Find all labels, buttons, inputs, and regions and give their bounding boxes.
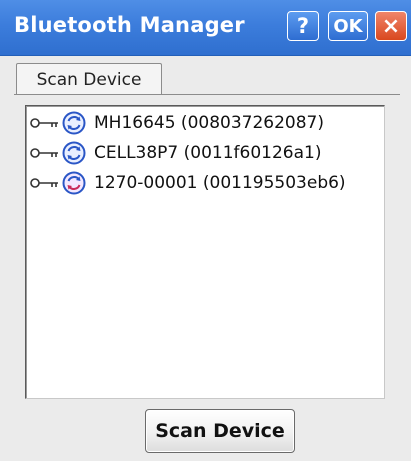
- title-bar: Bluetooth Manager ? OK ×: [0, 0, 411, 56]
- device-list-item[interactable]: 1270-00001 (001195503eb6): [30, 169, 346, 197]
- key-icon: [30, 118, 58, 128]
- device-label: CELL38P7 (0011f60126a1): [94, 143, 322, 163]
- bluetooth-manager-window: Bluetooth Manager ? OK × Scan Device MH1…: [0, 0, 411, 461]
- device-list[interactable]: MH16645 (008037262087) CELL38P7 (0011f60…: [25, 105, 385, 399]
- close-button[interactable]: ×: [375, 11, 407, 41]
- tab-scan-device[interactable]: Scan Device: [16, 63, 162, 95]
- bluetooth-sync-icon: [62, 111, 86, 135]
- ok-button[interactable]: OK: [328, 11, 368, 41]
- bluetooth-sync-icon: [62, 141, 86, 165]
- key-icon: [30, 148, 58, 158]
- key-icon: [30, 178, 58, 188]
- device-list-item[interactable]: CELL38P7 (0011f60126a1): [30, 139, 321, 167]
- device-label: 1270-00001 (001195503eb6): [94, 173, 346, 193]
- device-list-item[interactable]: MH16645 (008037262087): [30, 109, 324, 137]
- device-label: MH16645 (008037262087): [94, 113, 324, 133]
- help-button[interactable]: ?: [287, 11, 319, 41]
- bluetooth-sync-icon: [62, 171, 86, 195]
- scan-device-button[interactable]: Scan Device: [145, 409, 295, 453]
- window-title: Bluetooth Manager: [14, 13, 245, 37]
